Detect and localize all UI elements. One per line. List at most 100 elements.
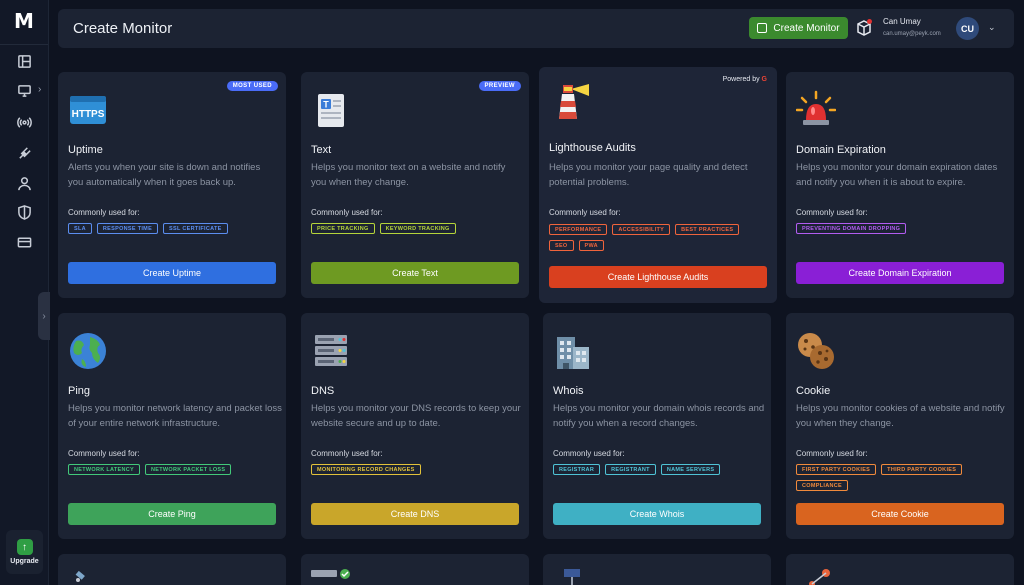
commonly-used-label: Commonly used for: bbox=[311, 208, 383, 217]
tag-list: FIRST PARTY COOKIES THIRD PARTY COOKIES … bbox=[796, 464, 1006, 491]
page-title: Create Monitor bbox=[73, 20, 173, 37]
cookie-icon bbox=[798, 333, 834, 369]
tag-list: REGISTRAR REGISTRANT NAME SERVERS bbox=[553, 464, 768, 475]
create-monitor-label: Create Monitor bbox=[773, 22, 840, 34]
server-icon bbox=[315, 335, 347, 366]
monitor-add-icon bbox=[757, 23, 768, 33]
tag: ACCESSIBILITY bbox=[612, 224, 671, 235]
create-monitor-button[interactable]: Create Monitor bbox=[749, 17, 848, 39]
tag-list: PREVENTING DOMAIN DROPPING bbox=[796, 223, 1011, 234]
card-partial bbox=[301, 554, 529, 585]
tag: REGISTRANT bbox=[605, 464, 656, 475]
create-text-button[interactable]: Create Text bbox=[311, 262, 519, 284]
broadcast-icon[interactable] bbox=[16, 114, 32, 130]
tag: PERFORMANCE bbox=[549, 224, 608, 235]
create-whois-button[interactable]: Create Whois bbox=[553, 503, 761, 525]
badge-most-used: MOST USED bbox=[226, 81, 278, 91]
siren-icon bbox=[796, 90, 836, 125]
tag: NETWORK PACKET LOSS bbox=[145, 464, 232, 475]
document-text-icon: T bbox=[318, 94, 344, 127]
card-description: Helps you monitor text on a website and … bbox=[311, 162, 506, 188]
commonly-used-label: Commonly used for: bbox=[549, 208, 621, 217]
tag: COMPLIANCE bbox=[796, 480, 848, 491]
svg-text:T: T bbox=[323, 100, 329, 110]
create-cookie-button[interactable]: Create Cookie bbox=[796, 503, 1004, 525]
commonly-used-label: Commonly used for: bbox=[553, 449, 625, 458]
card-description: Helps you monitor your domain expiration… bbox=[796, 162, 998, 188]
card-title: Domain Expiration bbox=[796, 144, 886, 156]
tag: RESPONSE TIME bbox=[96, 223, 159, 234]
tag: NETWORK LATENCY bbox=[68, 464, 141, 475]
upgrade-button[interactable]: ↑ Upgrade bbox=[6, 530, 43, 574]
monitor-submenu-chevron-icon[interactable]: › bbox=[38, 84, 41, 95]
notification-dot bbox=[867, 19, 872, 24]
chevron-down-icon[interactable]: ⌄ bbox=[988, 22, 996, 33]
app-logo[interactable]: M bbox=[14, 9, 34, 33]
tag: THIRD PARTY COOKIES bbox=[881, 464, 963, 475]
tag: REGISTRAR bbox=[553, 464, 601, 475]
google-logo-icon: G bbox=[761, 76, 767, 83]
upgrade-label: Upgrade bbox=[10, 558, 39, 565]
create-uptime-button[interactable]: Create Uptime bbox=[68, 262, 276, 284]
avatar[interactable]: CU bbox=[956, 17, 979, 40]
upgrade-arrow-icon: ↑ bbox=[16, 539, 33, 555]
tag: FIRST PARTY COOKIES bbox=[796, 464, 877, 475]
card-title: DNS bbox=[311, 385, 335, 397]
card-description: Helps you monitor your domain whois reco… bbox=[553, 403, 765, 429]
create-dns-button[interactable]: Create DNS bbox=[311, 503, 519, 525]
https-icon: HTTPS bbox=[70, 96, 106, 124]
tag: PRICE TRACKING bbox=[311, 223, 375, 234]
card-ping: Ping Helps you monitor network latency a… bbox=[58, 313, 286, 539]
server-check-icon bbox=[311, 569, 350, 579]
signpost-icon bbox=[564, 569, 580, 585]
tag: SLA bbox=[68, 223, 92, 234]
credit-card-icon[interactable] bbox=[16, 234, 32, 250]
commonly-used-label: Commonly used for: bbox=[68, 208, 140, 217]
user-name: Can Umay bbox=[883, 17, 921, 26]
tag: BEST PRACTICES bbox=[675, 224, 740, 235]
building-icon bbox=[557, 337, 589, 369]
create-domain-expiration-button[interactable]: Create Domain Expiration bbox=[796, 262, 1004, 284]
card-uptime: MOST USED HTTPS Uptime Alerts you when y… bbox=[58, 72, 286, 298]
card-description: Helps you monitor your DNS records to ke… bbox=[311, 403, 521, 429]
commonly-used-label: Commonly used for: bbox=[796, 449, 868, 458]
card-description: Helps you monitor cookies of a website a… bbox=[796, 403, 1005, 429]
powered-by-google: Powered by G bbox=[723, 76, 767, 83]
card-dns: DNS Helps you monitor your DNS records t… bbox=[301, 313, 529, 539]
plug-icon[interactable] bbox=[16, 145, 32, 161]
monitor-icon[interactable] bbox=[16, 82, 32, 98]
create-ping-button[interactable]: Create Ping bbox=[68, 503, 276, 525]
tag: NAME SERVERS bbox=[660, 464, 721, 475]
card-title: Ping bbox=[68, 385, 91, 397]
tag-list: SLA RESPONSE TIME SSL CERTIFICATE bbox=[68, 223, 283, 234]
shield-icon[interactable] bbox=[16, 204, 32, 220]
card-description: Helps you monitor your page quality and … bbox=[549, 162, 748, 188]
sidebar: M › › ↑ Upgrade bbox=[0, 0, 50, 585]
card-domain-expiration: Domain Expiration Helps you monitor your… bbox=[786, 72, 1014, 298]
badge-preview: PREVIEW bbox=[478, 81, 521, 91]
powered-by-label: Powered by bbox=[722, 76, 760, 83]
card-cookie: Cookie Helps you monitor cookies of a we… bbox=[786, 313, 1014, 539]
sidebar-collapse-handle[interactable]: › bbox=[38, 292, 50, 340]
card-description: Alerts you when your site is down and no… bbox=[68, 162, 261, 188]
lighthouse-icon bbox=[559, 84, 589, 119]
user-icon[interactable] bbox=[16, 175, 32, 191]
card-partial bbox=[543, 554, 771, 585]
card-text: PREVIEW T Text Helps you monitor text on… bbox=[301, 72, 529, 298]
card-partial bbox=[786, 554, 1014, 585]
card-whois: Whois Helps you monitor your domain whoi… bbox=[543, 313, 771, 539]
card-description: Helps you monitor network latency and pa… bbox=[68, 403, 282, 429]
globe-icon bbox=[70, 333, 106, 369]
tag: MONITORING RECORD CHANGES bbox=[311, 464, 421, 475]
card-title: Uptime bbox=[68, 144, 103, 156]
tag: SSL CERTIFICATE bbox=[163, 223, 228, 234]
dashboard-icon[interactable] bbox=[16, 53, 32, 69]
tag: PREVENTING DOMAIN DROPPING bbox=[796, 223, 907, 234]
commonly-used-label: Commonly used for: bbox=[68, 449, 140, 458]
card-title: Cookie bbox=[796, 385, 831, 397]
sidebar-divider bbox=[0, 44, 48, 45]
network-nodes-icon bbox=[809, 569, 830, 585]
commonly-used-label: Commonly used for: bbox=[796, 208, 868, 217]
tag: PWA bbox=[578, 240, 604, 251]
create-lighthouse-button[interactable]: Create Lighthouse Audits bbox=[549, 266, 767, 288]
